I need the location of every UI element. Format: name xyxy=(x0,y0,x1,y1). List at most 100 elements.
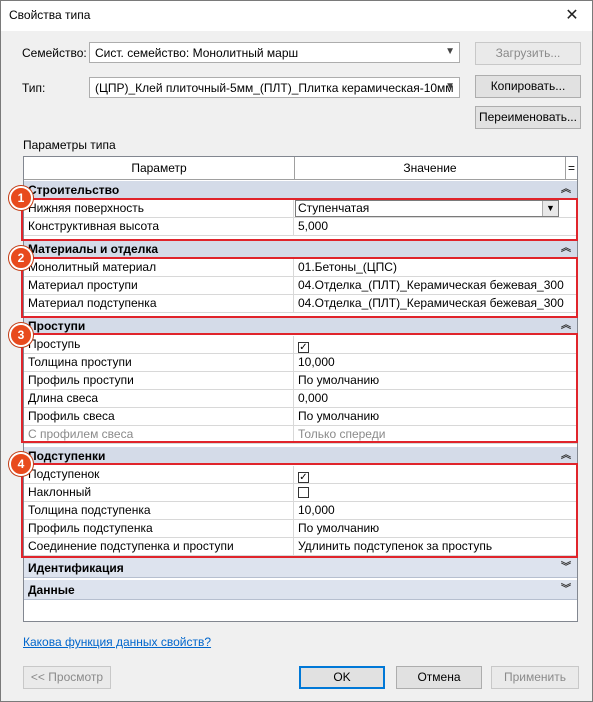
param-row[interactable]: Конструктивная высота 5,000 xyxy=(24,218,577,236)
param-name: Материал подступенка xyxy=(24,295,294,312)
param-name: Проступь xyxy=(24,336,294,353)
type-label: Тип: xyxy=(22,81,46,95)
param-row[interactable]: Профиль подступенка По умолчанию xyxy=(24,520,577,538)
type-value: (ЦПР)_Клей плиточный-5мм_(ПЛТ)_Плитка ке… xyxy=(95,81,454,95)
duplicate-button[interactable]: Копировать... xyxy=(475,75,581,98)
section-construction[interactable]: Строительство ︽ xyxy=(24,181,577,199)
param-name: Наклонный xyxy=(24,484,294,501)
expand-icon[interactable]: ︾ xyxy=(561,558,571,578)
chevron-down-icon: ▼ xyxy=(445,81,455,92)
type-properties-dialog: Свойства типа ✕ Семейство: Сист. семейст… xyxy=(0,0,593,702)
param-value[interactable]: 0,000 xyxy=(295,390,577,407)
param-name: Конструктивная высота xyxy=(24,218,294,235)
close-icon[interactable]: ✕ xyxy=(552,1,592,31)
grid-header: Параметр Значение = xyxy=(24,157,577,180)
param-value[interactable] xyxy=(295,484,577,501)
dialog-title: Свойства типа xyxy=(9,8,91,22)
param-value[interactable]: 10,000 xyxy=(295,354,577,371)
section-title: Проступи xyxy=(28,319,86,333)
section-materials[interactable]: Материалы и отделка ︽ xyxy=(24,240,577,258)
collapse-icon[interactable]: ︽ xyxy=(561,447,571,465)
param-row[interactable]: Монолитный материал 01.Бетоны_(ЦПС) xyxy=(24,259,577,277)
param-name: Монолитный материал xyxy=(24,259,294,276)
param-row[interactable]: Толщина подступенка 10,000 xyxy=(24,502,577,520)
param-value[interactable]: 5,000 xyxy=(295,218,577,235)
load-button[interactable]: Загрузить... xyxy=(475,42,581,65)
param-name: С профилем свеса xyxy=(24,426,294,443)
section-treads[interactable]: Проступи ︽ xyxy=(24,317,577,335)
type-dropdown[interactable]: (ЦПР)_Клей плиточный-5мм_(ПЛТ)_Плитка ке… xyxy=(89,77,460,98)
ok-button[interactable]: OK xyxy=(299,666,385,689)
family-value: Сист. семейство: Монолитный марш xyxy=(95,46,299,60)
collapse-icon[interactable]: ︽ xyxy=(561,317,571,335)
section-identity[interactable]: Идентификация ︾ xyxy=(24,558,577,578)
callout-badge-3: 3 xyxy=(9,323,33,347)
section-title: Подступенки xyxy=(28,449,106,463)
section-data[interactable]: Данные ︾ xyxy=(24,580,577,600)
apply-button[interactable]: Применить xyxy=(491,666,579,689)
chevron-down-icon[interactable]: ▼ xyxy=(542,201,558,216)
collapse-icon[interactable]: ︽ xyxy=(561,240,571,258)
param-name: Профиль проступи xyxy=(24,372,294,389)
family-dropdown[interactable]: Сист. семейство: Монолитный марш ▼ xyxy=(89,42,460,63)
param-name: Соединение подступенка и проступи xyxy=(24,538,294,555)
param-name: Профиль свеса xyxy=(24,408,294,425)
callout-badge-1: 1 xyxy=(9,186,33,210)
param-row[interactable]: Материал проступи 04.Отделка_(ПЛТ)_Керам… xyxy=(24,277,577,295)
callout-badge-2: 2 xyxy=(9,246,33,270)
type-parameters-grid: Параметр Значение = Строительство ︽ Нижн… xyxy=(23,156,578,622)
column-header-parameter[interactable]: Параметр xyxy=(24,157,295,179)
param-name: Длина свеса xyxy=(24,390,294,407)
param-value[interactable]: По умолчанию xyxy=(295,372,577,389)
param-value[interactable]: По умолчанию xyxy=(295,408,577,425)
chevron-down-icon: ▼ xyxy=(445,46,455,57)
param-value[interactable]: ✓ xyxy=(295,466,577,483)
param-row[interactable]: Длина свеса 0,000 xyxy=(24,390,577,408)
param-row[interactable]: Соединение подступенка и проступи Удлини… xyxy=(24,538,577,556)
param-name: Подступенок xyxy=(24,466,294,483)
param-row[interactable]: Проступь ✓ xyxy=(24,336,577,354)
family-label: Семейство: xyxy=(22,46,87,60)
rename-button[interactable]: Переименовать... xyxy=(475,106,581,129)
section-title: Данные xyxy=(28,583,75,597)
section-title: Материалы и отделка xyxy=(28,242,159,256)
param-value[interactable]: 01.Бетоны_(ЦПС) xyxy=(295,259,577,276)
param-name: Нижняя поверхность xyxy=(24,200,294,217)
param-row[interactable]: Толщина проступи 10,000 xyxy=(24,354,577,372)
expand-icon[interactable]: ︾ xyxy=(561,580,571,600)
cancel-button[interactable]: Отмена xyxy=(396,666,482,689)
param-value: Только спереди xyxy=(298,427,386,441)
param-name: Материал проступи xyxy=(24,277,294,294)
preview-button[interactable]: << Просмотр xyxy=(23,666,111,689)
param-value[interactable]: 04.Отделка_(ПЛТ)_Керамическая бежевая_30… xyxy=(295,295,577,312)
param-row[interactable]: Подступенок ✓ xyxy=(24,466,577,484)
param-row[interactable]: Профиль проступи По умолчанию xyxy=(24,372,577,390)
param-row: С профилем свеса Только спереди xyxy=(24,426,577,444)
column-header-value[interactable]: Значение xyxy=(295,157,566,179)
collapse-icon[interactable]: ︽ xyxy=(561,181,571,199)
param-value[interactable]: По умолчанию xyxy=(295,520,577,537)
callout-badge-4: 4 xyxy=(9,452,33,476)
section-title: Строительство xyxy=(28,183,120,197)
param-value[interactable]: ✓ xyxy=(295,336,577,353)
help-link[interactable]: Какова функция данных свойств? xyxy=(23,635,211,649)
section-risers[interactable]: Подступенки ︽ xyxy=(24,447,577,465)
param-name: Профиль подступенка xyxy=(24,520,294,537)
param-value[interactable]: 10,000 xyxy=(295,502,577,519)
riser-checkbox[interactable]: ✓ xyxy=(298,472,309,483)
section-title: Идентификация xyxy=(28,561,124,575)
type-parameters-label: Параметры типа xyxy=(23,138,116,152)
param-row[interactable]: Профиль свеса По умолчанию xyxy=(24,408,577,426)
param-value[interactable]: 04.Отделка_(ПЛТ)_Керамическая бежевая_30… xyxy=(295,277,577,294)
slanted-checkbox[interactable] xyxy=(298,487,309,498)
tread-checkbox[interactable]: ✓ xyxy=(298,342,309,353)
column-header-formula[interactable]: = xyxy=(566,157,577,179)
param-name: Толщина подступенка xyxy=(24,502,294,519)
bottom-surface-dropdown[interactable]: Ступенчатая ▼ xyxy=(295,200,559,217)
param-row[interactable]: Нижняя поверхность Ступенчатая ▼ xyxy=(24,200,577,218)
param-name: Толщина проступи xyxy=(24,354,294,371)
param-value: Ступенчатая xyxy=(298,201,370,215)
param-value[interactable]: Удлинить подступенок за проступь xyxy=(295,538,577,555)
param-row[interactable]: Материал подступенка 04.Отделка_(ПЛТ)_Ке… xyxy=(24,295,577,313)
param-row[interactable]: Наклонный xyxy=(24,484,577,502)
